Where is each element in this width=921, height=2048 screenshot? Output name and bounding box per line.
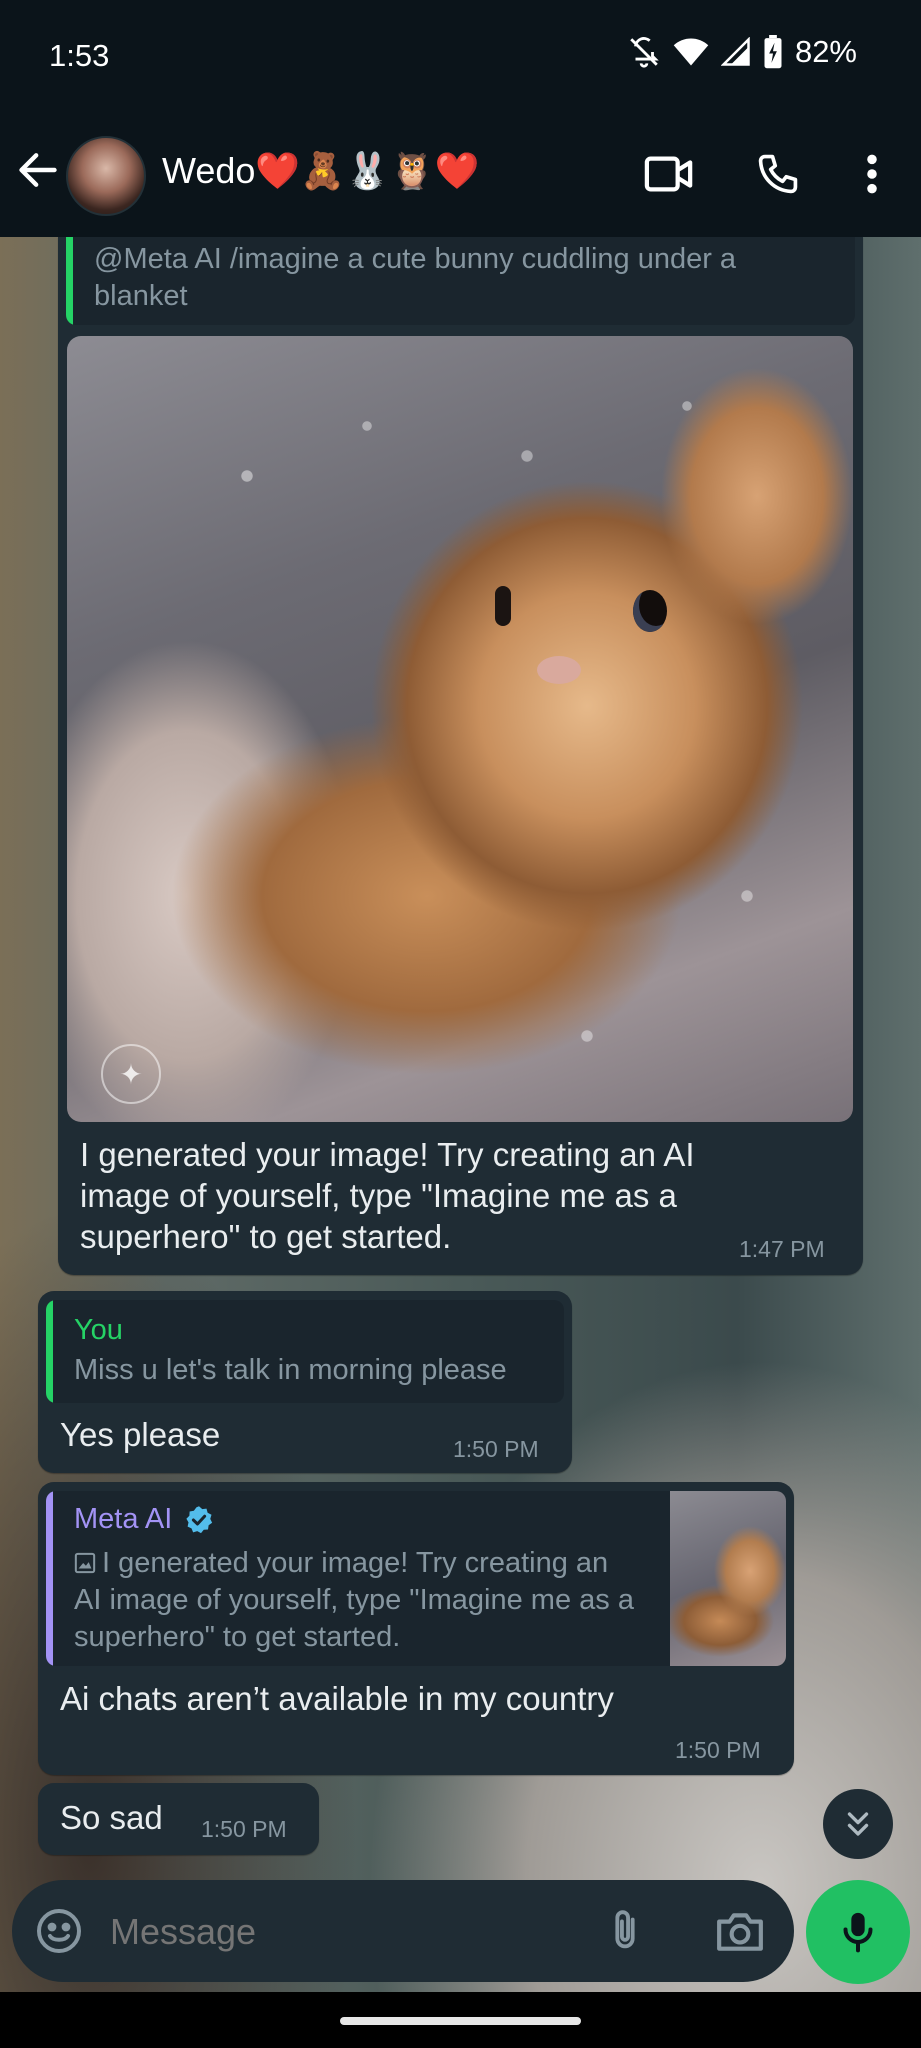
quoted-message[interactable]: Meta AI I generated your image! Try crea… (46, 1491, 786, 1666)
quote-author: Meta AI (74, 1503, 173, 1535)
quote-stripe (46, 1300, 53, 1403)
status-icons: 82% (627, 34, 857, 70)
message-body: I generated your image! Try creating an … (80, 1136, 695, 1255)
message-so-sad[interactable]: So sad 1:50 PM (38, 1783, 319, 1855)
attach-icon[interactable] (602, 1906, 648, 1956)
quoted-prompt-text: @Meta AI /imagine a cute bunny cuddling … (94, 243, 737, 312)
quote-thumbnail (670, 1491, 786, 1666)
message-time: 1:47 PM (739, 1236, 825, 1262)
message-body: Yes please (60, 1416, 221, 1453)
bunny-nose (537, 656, 581, 684)
voice-record-button[interactable] (806, 1880, 910, 1984)
mic-icon (843, 1912, 873, 1953)
message-reply-country[interactable]: Meta AI I generated your image! Try crea… (38, 1482, 794, 1775)
chat-header: Wedo❤️🧸🐰🦉❤️ (0, 110, 921, 237)
status-time: 1:53 (49, 38, 110, 73)
back-arrow-icon[interactable] (16, 148, 60, 192)
message-body: So sad (60, 1799, 163, 1836)
verified-badge-icon (186, 1505, 213, 1533)
message-input[interactable] (108, 1904, 542, 1960)
generated-image[interactable]: ✦ (67, 336, 853, 1122)
bunny-eye (495, 586, 511, 626)
quoted-prompt[interactable]: @Meta AI /imagine a cute bunny cuddling … (66, 237, 855, 325)
contact-name[interactable]: Wedo❤️🧸🐰🦉❤️ (162, 150, 480, 192)
ai-watermark: ✦ (101, 1044, 161, 1104)
message-body: Ai chats aren’t available in my country (60, 1680, 614, 1717)
more-options-icon[interactable] (860, 152, 884, 196)
voice-call-icon[interactable] (756, 152, 800, 196)
quote-stripe (66, 237, 73, 325)
video-call-icon[interactable] (644, 152, 694, 196)
message-ai-image[interactable]: @Meta AI /imagine a cute bunny cuddling … (58, 237, 863, 1275)
camera-icon[interactable] (715, 1908, 765, 1954)
message-time: 1:50 PM (201, 1816, 287, 1842)
contact-avatar[interactable] (66, 136, 146, 216)
battery-icon (764, 35, 782, 69)
quoted-message[interactable]: You Miss u let's talk in morning please (46, 1300, 564, 1403)
wifi-icon (673, 38, 709, 66)
quote-text: I generated your image! Try creating an … (74, 1547, 634, 1653)
mute-icon (630, 37, 659, 68)
double-chevron-down-icon (847, 1812, 869, 1836)
bunny-eye (633, 590, 667, 632)
message-time: 1:50 PM (453, 1436, 539, 1462)
quote-author: You (74, 1314, 123, 1346)
status-bar: 1:53 82% (0, 0, 921, 110)
sparkle-icon: ✦ (119, 1058, 143, 1090)
quote-text: Miss u let's talk in morning please (74, 1354, 507, 1386)
image-icon (74, 1552, 96, 1574)
message-reply-yes[interactable]: You Miss u let's talk in morning please … (38, 1291, 572, 1473)
scroll-to-bottom-button[interactable] (823, 1789, 893, 1859)
emoji-icon[interactable] (35, 1907, 83, 1955)
quote-author-row: Meta AI (74, 1503, 214, 1536)
home-gesture-handle[interactable] (340, 2017, 581, 2025)
signal-icon (720, 37, 750, 66)
message-composer (12, 1880, 794, 1982)
message-time: 1:50 PM (675, 1737, 761, 1763)
battery-percent: 82% (794, 34, 857, 69)
quote-text-wrap: I generated your image! Try creating an … (74, 1545, 634, 1656)
quote-stripe (46, 1491, 53, 1666)
